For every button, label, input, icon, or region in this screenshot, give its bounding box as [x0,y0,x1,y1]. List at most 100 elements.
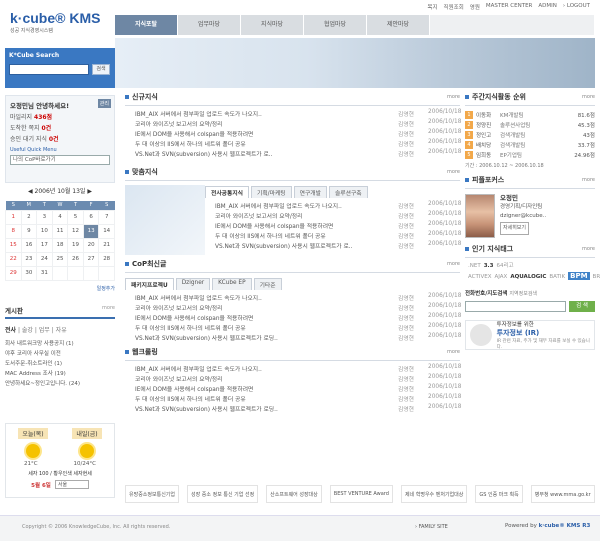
list-item-title[interactable]: IE에서 DOM을 사용해서 colspan을 적용하려면 [125,313,398,323]
messages-line[interactable]: 도착한 쪽지 0건 [10,123,110,132]
tab[interactable]: 전사공통지식 [205,186,249,198]
tab[interactable]: 연구개발 [293,186,327,198]
calendar-day[interactable]: 8 [5,223,22,239]
calendar-day[interactable]: 27 [82,251,100,267]
list-item-title[interactable]: IBM_AIX 서버에서 첨부파일 업로드 속도가 나오지.. [125,293,398,303]
cop-select[interactable]: 나의 CoP바로가기 [10,155,110,165]
tag-link[interactable]: AJAX [495,274,508,280]
nav-tab-collab[interactable]: 협업마당 [304,15,366,35]
tag-link[interactable]: BATIK [549,274,565,280]
top-link[interactable]: ADMIN [538,3,556,11]
calendar-day[interactable]: 2 [20,209,38,225]
partner-banner[interactable]: GS 인증 마크 획득 [475,485,523,503]
web-clip-more[interactable]: more [447,349,460,355]
list-item-title[interactable]: 코리아 와이즈넛 보고서의 요약/정리 [125,303,398,313]
search-input[interactable] [9,64,89,75]
tag-link[interactable]: .NET [468,263,481,269]
tag-link[interactable]: BPM [568,272,590,280]
cop-more[interactable]: more [447,261,460,267]
calendar-day[interactable]: 21 [98,237,115,253]
edit-button[interactable]: 관리 [97,99,111,108]
nav-tab-knowledge[interactable]: 지식마당 [241,15,303,35]
board-item[interactable]: MAC Address 조사 (19) [5,369,115,379]
custom-knowledge-more[interactable]: more [447,169,460,175]
board-more[interactable]: more [102,305,115,311]
board-tab[interactable]: 전사 [5,327,16,334]
nav-tab-proposal[interactable]: 제안마당 [367,15,429,35]
list-item-title[interactable]: VS.Net과 SVN(subversion) 사용시 웹프로젝트가 로.. [125,149,398,159]
phone-input[interactable] [465,301,566,312]
calendar-day[interactable]: 14 [98,223,115,239]
calendar-day[interactable]: 24 [36,251,53,267]
list-item-title[interactable]: VS.Net과 SVN(subversion) 사용시 웹프로젝트가 로딩.. [125,404,398,414]
rank-row[interactable]: 1 이동화 KM개발팀 81.6점 [465,110,595,120]
tab[interactable]: Dzigner [175,278,211,290]
calendar-day[interactable]: 30 [20,265,38,281]
rank-row[interactable]: 5 임희동 EP기업팀 24.96점 [465,150,595,160]
calendar-day[interactable]: 29 [5,265,22,281]
calendar-day[interactable]: 31 [36,265,53,281]
tab[interactable]: 기획/마케팅 [251,186,292,198]
tab[interactable]: 패키지프로젝U [125,278,174,290]
list-item-title[interactable]: 두 대 이상의 IIS에서 하나의 네트워 폴더 공유 [205,231,398,241]
partner-banner[interactable]: 유망중소정보통신기업 [125,485,180,503]
calendar-title[interactable]: ◀ 2006년 10월 13일 ▶ [5,186,115,198]
calendar-day[interactable]: 6 [82,209,100,225]
tag-link[interactable]: AQUALOGIC [510,274,546,280]
new-knowledge-more[interactable]: more [447,94,460,100]
rank-row[interactable]: 2 정양진 솔루션사업팀 45.3점 [465,120,595,130]
calendar-day[interactable]: 22 [5,251,22,267]
list-item-title[interactable]: VS.Net과 SVN(subversion) 사용시 웹프로젝트가 로.. [205,241,398,251]
list-item-title[interactable]: 코리아 와이즈넛 보고서의 요약/정리 [125,119,398,129]
top-link[interactable]: 목지 [427,3,437,11]
calendar-day[interactable]: 9 [20,223,38,239]
partner-banner[interactable]: 제네 혁명우수 벤처기업대상 [400,485,468,503]
list-item-title[interactable]: 두 대 이상의 IIS에서 하나의 네트워 폴더 공유 [125,139,398,149]
people-more[interactable]: more [582,177,595,183]
tab[interactable]: 솔루션구축 [328,186,368,198]
board-tab[interactable]: 업무 [39,327,50,334]
calendar-day[interactable]: 4 [51,209,69,225]
partner-banner[interactable]: 산소프트웨어 성장대상 [266,485,322,503]
calendar-day[interactable]: 11 [51,223,69,239]
rank-row[interactable]: 4 배치당 검색개발팀 33.7점 [465,140,595,150]
list-item-title[interactable]: 코리아 와이즈넛 보고서의 요약/정리 [125,374,398,384]
calendar-day[interactable]: 20 [82,237,100,253]
calendar-day[interactable]: 12 [67,223,84,239]
partner-banner[interactable]: 병무청 www.mma.go.kr [530,485,595,503]
board-item[interactable]: 도서주문-취소트라인 (1) [5,359,115,369]
calendar-day[interactable]: 1 [5,209,22,225]
tags-more[interactable]: more [582,246,595,252]
calendar-day[interactable]: 26 [67,251,84,267]
top-link[interactable]: 영원 [470,3,480,11]
rank-more[interactable]: more [582,94,595,100]
tab[interactable]: 기타준 [253,278,282,290]
list-item-title[interactable]: 코리아 와이즈넛 보고서의 요약/정리 [205,211,398,221]
calendar-day[interactable]: 15 [5,237,22,253]
list-item-title[interactable]: IE에서 DOM을 사용해서 colspan을 적용하려면 [205,221,398,231]
board-tab[interactable]: 술강 [22,327,33,334]
board-item[interactable]: 회사 내트워크망 사용공지 (1) [5,339,115,349]
tag-link[interactable]: 3.3 [484,263,494,269]
tag-link[interactable]: 64리고 [496,263,513,269]
top-link[interactable]: › LOGOUT [563,3,590,11]
nav-tab-work[interactable]: 업무마당 [178,15,240,35]
list-item-title[interactable]: IE에서 DOM을 사용해서 colspan을 적용하려면 [125,384,398,394]
top-link[interactable]: MASTER CENTER [486,3,533,11]
board-item[interactable]: 야후 코리아 사무실 이전 [5,349,115,359]
list-item-title[interactable]: IBM_AIX 서버에서 첨부파일 업로드 속도가 나오지.. [125,364,398,374]
list-item-title[interactable]: IE에서 DOM을 사용해서 colspan을 적용하려면 [125,129,398,139]
person-email[interactable]: dzigner@kcube.. [500,212,546,221]
calendar-day[interactable]: 16 [20,237,38,253]
person-detail-button[interactable]: 자세히보기 [500,222,530,235]
phone-search-button[interactable]: 검 색 [569,301,595,312]
calendar-day[interactable]: 25 [51,251,69,267]
calendar-day[interactable]: 3 [36,209,53,225]
tag-link[interactable]: BRUNEI [593,274,600,280]
nav-tab-portal[interactable]: 지식포탈 [115,15,177,35]
tag-link[interactable]: ACTIVEX [468,274,492,280]
list-item-title[interactable]: IBM_AIX 서버에서 첨부파일 업로드 속도가 나오지.. [125,109,398,119]
list-item-title[interactable]: 두 대 이상의 IIS에서 하나의 네트워 폴더 공유 [125,394,398,404]
tab[interactable]: KCube EP [212,278,252,290]
logo[interactable]: k·cube® KMS 성공 지식경영시스템 [10,10,120,38]
